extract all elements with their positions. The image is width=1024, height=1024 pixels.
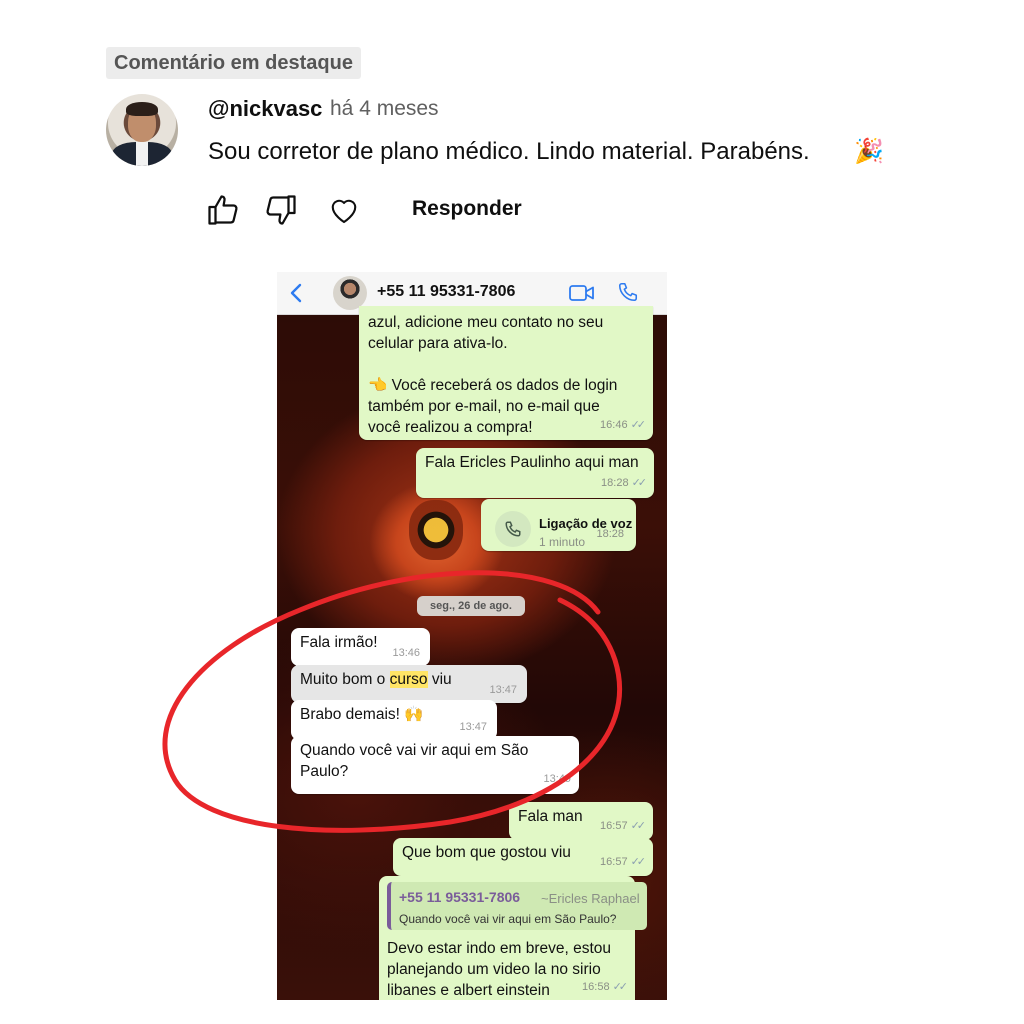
highlighted-word: curso — [389, 671, 428, 688]
message-text: planejando um video la no sirio — [387, 961, 601, 978]
message-bubble-outgoing[interactable]: Que bom que gostou viu 16:57 ✓✓ — [393, 838, 653, 876]
whatsapp-screenshot: +55 11 95331-7806 azul, adicione meu con… — [277, 272, 667, 1000]
video-call-icon[interactable] — [569, 283, 595, 303]
commenter-avatar[interactable] — [106, 94, 178, 166]
phone-call-icon[interactable] — [617, 281, 639, 303]
thumbs-down-icon[interactable] — [263, 192, 299, 228]
message-time: 16:57 ✓✓ — [600, 852, 647, 873]
message-text: Fala Ericles Paulinho aqui man — [425, 454, 639, 471]
message-text: libanes e albert einstein — [387, 982, 550, 999]
message-bubble-incoming[interactable]: Muito bom o curso viu 13:47 — [291, 665, 527, 703]
read-ticks-icon: ✓✓ — [612, 981, 629, 993]
party-popper-emoji: 🎉 — [854, 138, 884, 165]
message-text: Devo estar indo em breve, estou — [387, 940, 612, 957]
avatar-shirt — [136, 142, 148, 166]
reply-button[interactable]: Responder — [412, 197, 522, 221]
reply-message-bubble[interactable]: +55 11 95331-7806 ~Ericles Raphael Quand… — [379, 876, 647, 1000]
message-text: Quando você vai vir aqui em São — [300, 742, 529, 759]
heart-icon[interactable] — [326, 192, 362, 228]
thumbs-up-icon[interactable] — [205, 192, 241, 228]
message-time: 16:58 ✓✓ — [582, 977, 629, 998]
message-text: Paulo? — [300, 763, 349, 780]
time-text: 16:58 — [582, 981, 610, 993]
time-text: 16:57 — [600, 856, 628, 868]
read-ticks-icon: ✓✓ — [630, 419, 647, 431]
call-duration: 1 minuto — [539, 535, 586, 549]
phone-call-icon — [505, 521, 521, 537]
call-bubble[interactable]: Ligação de voz 1 minuto 18:28 — [481, 499, 636, 551]
read-ticks-icon: ✓✓ — [630, 820, 647, 832]
read-ticks-icon: ✓✓ — [630, 856, 647, 868]
pinned-comment-chip: Comentário em destaque — [106, 47, 361, 79]
message-time: 16:57 ✓✓ — [600, 816, 647, 837]
quote-author: +55 11 95331-7806 — [399, 889, 521, 905]
contact-avatar[interactable] — [333, 276, 367, 310]
comment-time[interactable]: há 4 meses — [330, 97, 439, 121]
ferrari-logo-background — [409, 500, 463, 560]
call-icon-circle — [495, 511, 531, 547]
message-bubble-outgoing[interactable]: Fala Ericles Paulinho aqui man 18:28 ✓✓ — [416, 448, 654, 498]
message-bubble-incoming[interactable]: Fala irmão! 13:46 — [291, 628, 430, 666]
message-text: azul, adicione meu contato no seu — [368, 314, 604, 331]
message-text: celular para ativa-lo. — [368, 335, 508, 352]
message-time: 16:46 ✓✓ — [600, 415, 647, 436]
time-text: 18:28 — [601, 477, 629, 489]
read-ticks-icon: ✓✓ — [631, 477, 648, 489]
message-bubble-incoming[interactable]: Brabo demais! 🙌 13:47 — [291, 700, 497, 740]
avatar-hair — [126, 102, 158, 116]
contact-name[interactable]: +55 11 95331-7806 — [377, 283, 515, 301]
text-after: viu — [427, 671, 452, 688]
comment-author[interactable]: @nickvasc — [208, 96, 322, 122]
message-time: 18:28 ✓✓ — [601, 473, 648, 494]
text-before: Muito bom o — [300, 671, 390, 688]
quote-alias: ~Ericles Raphael — [541, 891, 640, 906]
date-separator: seg., 26 de ago. — [417, 596, 525, 616]
message-time: 13:46 — [392, 647, 420, 659]
quote-text: Quando você vai vir aqui em São Paulo? — [399, 912, 617, 926]
quoted-message[interactable]: +55 11 95331-7806 ~Ericles Raphael Quand… — [387, 882, 647, 930]
comment-text: Sou corretor de plano médico. Lindo mate… — [208, 138, 810, 165]
message-time: 13:49 — [543, 773, 571, 785]
message-text: 👈 Você receberá os dados de login — [368, 377, 618, 394]
message-text: Muito bom o curso viu — [300, 669, 518, 690]
message-bubble-outgoing[interactable]: azul, adicione meu contato no seu celula… — [359, 306, 653, 440]
message-time: 13:47 — [489, 684, 517, 696]
time-text: 16:57 — [600, 820, 628, 832]
message-time: 18:28 — [596, 528, 624, 540]
back-chevron-icon[interactable] — [287, 281, 307, 305]
message-bubble-outgoing[interactable]: Fala man 16:57 ✓✓ — [509, 802, 653, 840]
message-bubble-incoming[interactable]: Quando você vai vir aqui em São Paulo? 1… — [291, 736, 579, 794]
reply-text-block: Devo estar indo em breve, estou planejan… — [387, 938, 611, 1000]
time-text: 16:46 — [600, 419, 628, 431]
message-time: 13:47 — [459, 721, 487, 733]
message-text: também por e-mail, no e-mail que — [368, 398, 600, 415]
